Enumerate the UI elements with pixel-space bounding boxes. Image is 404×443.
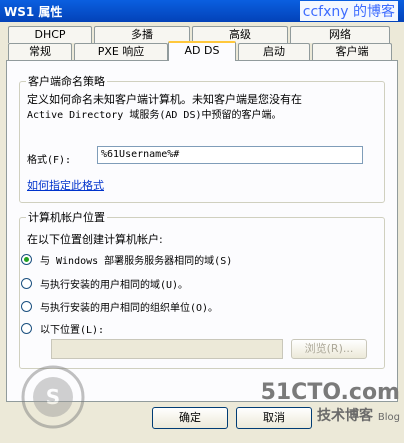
radio-option-custom-location[interactable]: 以下位置(L): xyxy=(21,320,104,336)
site-watermark-name: 51CTO.com xyxy=(260,380,400,405)
radio-button[interactable] xyxy=(21,322,32,334)
radio-label: 以下位置(L): xyxy=(40,324,105,336)
site-watermark: 51CTO.com 技术博客 Blog xyxy=(261,380,400,425)
tab-pxe-response[interactable]: PXE 响应 xyxy=(74,43,168,60)
radio-button[interactable] xyxy=(21,300,32,312)
tab-general[interactable]: 常规 xyxy=(8,43,72,60)
seal-letter: S xyxy=(46,385,60,409)
title-bar: WS1 属性 ccfxny 的博客 xyxy=(0,0,404,22)
naming-policy-legend: 客户端命名策略 xyxy=(28,75,105,88)
site-watermark-sub: 技术博客 xyxy=(317,408,374,424)
radio-label: 与执行安装的用户相同的域(U)。 xyxy=(40,279,189,291)
window-title: WS1 属性 xyxy=(4,5,63,19)
ok-button[interactable]: 确定 xyxy=(152,407,228,429)
tab-dhcp[interactable]: DHCP xyxy=(8,26,92,43)
tab-ad-ds[interactable]: AD DS xyxy=(168,41,236,61)
radio-button[interactable] xyxy=(21,277,32,289)
naming-description-line2: Active Directory 域服务(AD DS)中预留的客户端。 xyxy=(27,110,282,121)
radio-button[interactable] xyxy=(21,253,32,265)
radio-option-server-domain[interactable]: 与 Windows 部署服务服务器相同的域(S) xyxy=(21,251,232,267)
radio-option-user-domain[interactable]: 与执行安装的用户相同的域(U)。 xyxy=(21,275,188,291)
site-watermark-blog: Blog xyxy=(377,412,400,423)
seal-watermark: S xyxy=(21,365,85,429)
format-help-link[interactable]: 如何指定此格式 xyxy=(27,177,104,193)
tab-client[interactable]: 客户端 xyxy=(312,43,392,60)
tab-panel-ad-ds: 客户端命名策略 定义如何命名未知客户端计算机。未知客户端是您没有在 Active… xyxy=(6,60,398,402)
account-location-legend: 计算机帐户位置 xyxy=(28,211,105,224)
blog-watermark: ccfxny 的博客 xyxy=(299,1,398,21)
radio-label: 与 Windows 部署服务服务器相同的域(S) xyxy=(40,255,233,267)
format-label: 格式(F): xyxy=(27,155,72,166)
account-location-intro: 在以下位置创建计算机帐户: xyxy=(27,233,163,246)
radio-option-user-ou[interactable]: 与执行安装的用户相同的组织单位(O)。 xyxy=(21,298,218,314)
tab-network[interactable]: 网络 xyxy=(290,26,390,43)
radio-label: 与执行安装的用户相同的组织单位(O)。 xyxy=(40,302,219,314)
tab-boot[interactable]: 启动 xyxy=(238,43,310,60)
format-input[interactable]: %61Username%# xyxy=(97,146,363,164)
naming-description-line1: 定义如何命名未知客户端计算机。未知客户端是您没有在 xyxy=(27,93,302,106)
browse-button[interactable]: 浏览(R)... xyxy=(291,339,367,359)
